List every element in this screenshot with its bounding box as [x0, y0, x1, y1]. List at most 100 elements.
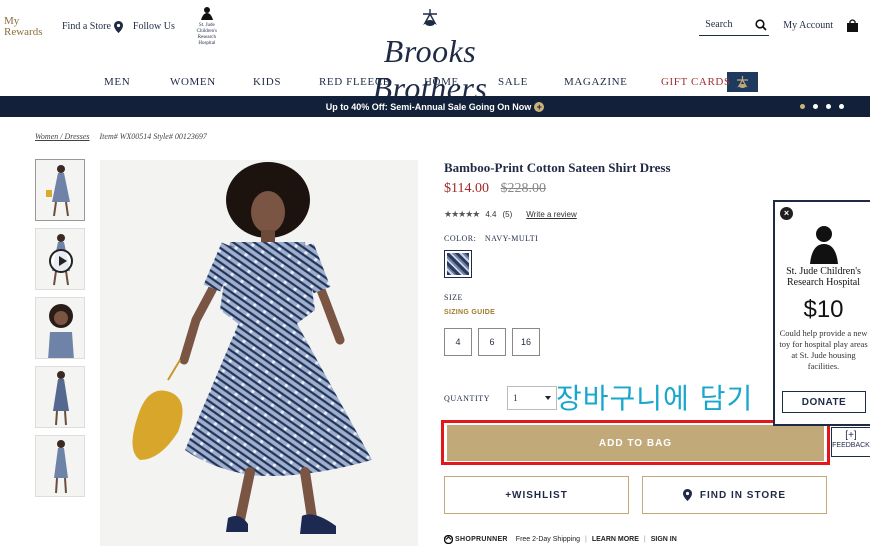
learn-more-link[interactable]: LEARN MORE	[592, 536, 639, 543]
stjude-org-line1: St. Jude Children's	[786, 266, 861, 277]
sizing-guide-link[interactable]: SIZING GUIDE	[444, 309, 495, 316]
breadcrumb-link[interactable]: Women / Dresses	[35, 132, 90, 141]
find-store-link[interactable]: Find a Store	[62, 20, 123, 33]
find-in-store-label: FIND IN STORE	[699, 489, 787, 501]
shopping-bag-icon[interactable]	[847, 18, 858, 32]
separator: |	[643, 536, 646, 543]
stjude-mini-logo[interactable]: St. Jude Children's Research Hospital	[189, 6, 225, 47]
main-nav: MEN WOMEN KIDS RED FLEECE HOME SALE MAGA…	[0, 76, 870, 90]
nav-item-kids[interactable]: KIDS	[253, 76, 281, 88]
carousel-dot[interactable]	[839, 104, 844, 109]
utility-right: Search My Account	[699, 14, 858, 36]
rewards-line2: Rewards	[4, 25, 43, 38]
chevron-down-icon	[545, 396, 551, 400]
product-thumbnail[interactable]	[35, 435, 85, 497]
play-icon[interactable]	[49, 249, 73, 273]
shoprunner-logo-icon	[444, 535, 453, 544]
utility-left: My Rewards Find a Store Follow Us St. Ju…	[4, 6, 225, 47]
color-value: NAVY-MULTI	[484, 234, 539, 243]
shoprunner-shipping: Free 2-Day Shipping	[515, 536, 580, 543]
nav-item-red-fleece[interactable]: RED FLEECE	[319, 76, 390, 88]
carousel-dot[interactable]	[813, 104, 818, 109]
quantity-value: 1	[513, 393, 518, 403]
dress-closeup-image	[48, 304, 74, 358]
size-option-6[interactable]: 6	[478, 328, 506, 356]
dress-thumbnail-image	[53, 371, 69, 426]
nav-item-men[interactable]: MEN	[104, 76, 130, 88]
stjude-child-icon	[810, 226, 838, 264]
product-thumbnail[interactable]	[35, 297, 85, 359]
shoprunner-bar: SHOPRUNNER Free 2-Day Shipping | LEARN M…	[444, 535, 677, 544]
carousel-dots	[792, 104, 844, 109]
size-label: SIZE	[444, 293, 463, 302]
star-rating-icon: ★★★★★	[444, 209, 480, 219]
close-icon[interactable]: ×	[780, 207, 793, 220]
model-wearing-dress-image	[132, 162, 372, 534]
brand-logo[interactable]: Brooks Brothers	[330, 8, 530, 107]
rewards-line1: My	[4, 14, 20, 27]
add-to-bag-button[interactable]: ADD TO BAG	[447, 425, 824, 461]
feedback-tab[interactable]: [+] FEEDBACK	[831, 427, 870, 457]
feedback-plus: [+]	[845, 430, 857, 441]
price-block: $114.00 $228.00	[444, 181, 546, 197]
quantity-select[interactable]: 1	[507, 386, 557, 410]
stjude-org-line2: Research Hospital	[786, 277, 861, 288]
search-icon[interactable]	[755, 18, 767, 31]
promo-text: Up to 40% Off: Semi-Annual Sale Going On…	[325, 101, 532, 112]
item-style-number: Item# WX00514 Style# 00123697	[99, 132, 207, 141]
rating-row: ★★★★★ 4.4 (5) Write a review	[444, 209, 577, 220]
separator: |	[585, 536, 587, 543]
breadcrumb: Women / Dresses Item# WX00514 Style# 001…	[35, 132, 207, 141]
product-thumbnail[interactable]	[35, 159, 85, 221]
carousel-dot[interactable]	[826, 104, 831, 109]
review-count[interactable]: (5)	[502, 210, 512, 219]
donation-amount: $10	[803, 296, 844, 323]
product-title: Bamboo-Print Cotton Sateen Shirt Dress	[444, 160, 671, 175]
location-pin-icon	[113, 20, 123, 33]
donate-button[interactable]: DONATE	[782, 391, 866, 413]
search-input[interactable]: Search	[699, 14, 770, 36]
product-video-thumbnail[interactable]	[35, 228, 85, 290]
my-account-link[interactable]: My Account	[783, 20, 833, 31]
shoprunner-brand: SHOPRUNNER	[455, 536, 508, 543]
find-in-store-button[interactable]: FIND IN STORE	[642, 476, 827, 514]
plus-circle-icon[interactable]: +	[534, 101, 545, 112]
sale-price: $114.00	[444, 181, 489, 196]
promo-banner[interactable]: Up to 40% Off: Semi-Annual Sale Going On…	[0, 96, 870, 117]
stjude-org-name: St. Jude Children's Research Hospital	[775, 266, 870, 288]
quantity-label: QUANTITY	[444, 394, 491, 403]
stjude-child-icon	[200, 7, 213, 20]
nav-item-home[interactable]: HOME	[424, 76, 459, 88]
nav-item-magazine[interactable]: MAGAZINE	[564, 76, 627, 88]
rewards-logo[interactable]: My Rewards	[4, 14, 52, 38]
nav-item-women[interactable]: WOMEN	[170, 76, 216, 88]
wishlist-button[interactable]: +WISHLIST	[444, 476, 629, 514]
location-pin-icon	[682, 489, 692, 501]
color-row: COLOR: NAVY-MULTI	[444, 234, 538, 243]
size-option-4[interactable]: 4	[444, 328, 472, 356]
feedback-label: FEEDBACK	[832, 442, 870, 449]
dress-thumbnail-image	[46, 165, 70, 217]
size-option-16[interactable]: 16	[512, 328, 540, 356]
annotation-caption: 장바구니에 담기	[556, 382, 754, 415]
product-thumbnail[interactable]	[35, 366, 85, 428]
color-label: COLOR:	[444, 234, 477, 243]
main-product-image[interactable]	[100, 160, 418, 546]
follow-us-label: Follow Us	[132, 21, 175, 32]
nav-item-sale[interactable]: SALE	[498, 76, 528, 88]
swatch-pattern	[447, 253, 469, 275]
write-review-link[interactable]: Write a review	[526, 210, 577, 219]
golden-fleece-icon	[423, 9, 437, 26]
donation-description: Could help provide a new toy for hospita…	[779, 328, 868, 371]
color-swatch-navy-multi[interactable]	[444, 250, 472, 278]
original-price: $228.00	[500, 181, 546, 196]
search-placeholder: Search	[705, 19, 733, 30]
nav-item-gift-cards[interactable]: GIFT CARDS	[661, 76, 731, 88]
sign-in-link[interactable]: SIGN IN	[651, 536, 677, 543]
carousel-dot[interactable]	[800, 104, 805, 109]
stjude-mini-text: St. Jude Children's Research Hospital	[196, 23, 218, 46]
find-store-label: Find a Store	[62, 21, 111, 32]
dress-thumbnail-image	[54, 440, 68, 494]
rating-value: 4.4	[485, 210, 497, 219]
follow-us-link[interactable]: Follow Us	[133, 21, 175, 32]
